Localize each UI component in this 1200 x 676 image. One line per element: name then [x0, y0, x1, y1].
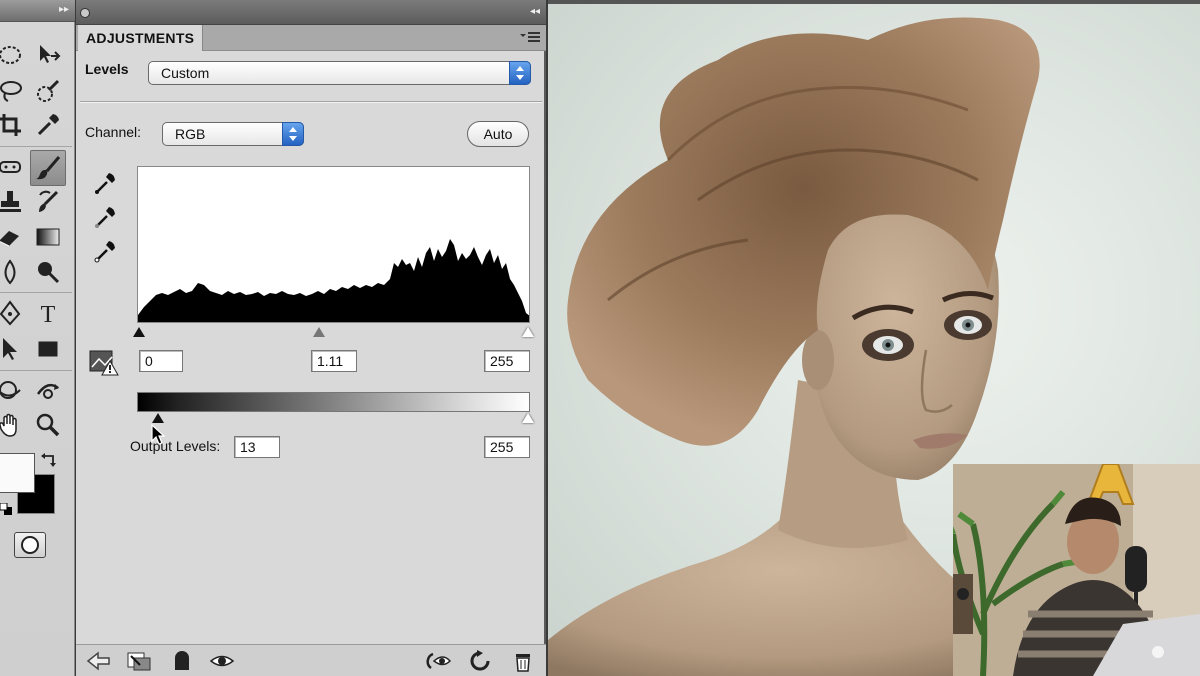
quick-mask-button[interactable] — [14, 532, 46, 558]
tool-separator — [0, 146, 72, 147]
panel-bottom-bar — [76, 644, 546, 676]
output-levels-label: Output Levels: — [130, 438, 221, 454]
zoom-tool-icon[interactable] — [33, 410, 63, 440]
reset-icon[interactable] — [467, 650, 493, 672]
panel-tab-strip: ADJUSTMENTS — [76, 25, 546, 51]
presenter-webcam-overlay — [953, 464, 1200, 676]
foreground-color-swatch[interactable] — [0, 453, 35, 493]
eyedropper-tool-icon[interactable] — [33, 110, 63, 140]
output-white-slider[interactable] — [522, 413, 534, 423]
output-white-field[interactable]: 255 — [484, 436, 530, 458]
tool-separator — [0, 292, 72, 293]
input-gamma-field[interactable]: 1.11 — [311, 350, 357, 372]
output-black-slider[interactable] — [152, 413, 164, 423]
gradient-tool-icon[interactable] — [33, 222, 63, 252]
blur-tool-icon[interactable] — [0, 257, 25, 287]
preset-stepper-icon[interactable] — [509, 61, 531, 85]
tools-panel-header[interactable]: ▸▸ — [0, 0, 75, 22]
path-selection-tool-icon[interactable] — [0, 334, 25, 364]
marquee-tool-icon[interactable] — [0, 40, 25, 70]
channel-stepper-icon[interactable] — [282, 122, 304, 146]
clip-to-layer-icon[interactable] — [126, 650, 152, 672]
adjustment-type-label: Levels — [85, 61, 129, 77]
tool-separator — [0, 370, 72, 371]
collapse-panel-icon[interactable]: ◂◂ — [530, 6, 540, 17]
view-previous-icon[interactable] — [426, 650, 452, 672]
black-point-eyedropper-icon[interactable] — [92, 170, 118, 196]
quick-mask-icon — [21, 536, 39, 554]
history-brush-tool-icon[interactable] — [33, 187, 63, 217]
adjustments-panel: ◂◂ ADJUSTMENTS Levels Custom Channel: RG… — [76, 0, 546, 676]
swap-colors-icon[interactable] — [40, 452, 58, 468]
delete-icon[interactable] — [510, 650, 536, 672]
levels-histogram — [137, 166, 530, 323]
svg-text:T: T — [41, 302, 56, 326]
3d-orbit-tool-icon[interactable] — [33, 376, 63, 406]
input-gamma-slider[interactable] — [313, 327, 325, 337]
canvas-top-border — [548, 0, 1200, 4]
input-white-slider[interactable] — [522, 327, 534, 337]
quick-selection-tool-icon[interactable] — [33, 76, 63, 106]
preset-select-value: Custom — [161, 65, 210, 81]
type-tool-icon[interactable]: T — [33, 298, 63, 328]
expand-icon[interactable]: ▸▸ — [59, 4, 69, 15]
input-black-slider[interactable] — [133, 327, 145, 337]
tab-adjustments[interactable]: ADJUSTMENTS — [78, 25, 204, 51]
gray-point-eyedropper-icon[interactable] — [92, 204, 118, 230]
output-gradient-bar — [137, 392, 530, 412]
input-black-field[interactable]: 0 — [139, 350, 183, 372]
back-arrow-icon[interactable] — [86, 650, 112, 672]
close-panel-icon[interactable] — [80, 8, 90, 18]
output-black-field[interactable]: 13 — [234, 436, 280, 458]
panel-title-bar[interactable]: ◂◂ — [76, 0, 546, 25]
input-white-field[interactable]: 255 — [484, 350, 530, 372]
white-point-eyedropper-icon[interactable] — [92, 238, 118, 264]
channel-select-value: RGB — [175, 126, 206, 142]
brush-tool-icon[interactable] — [30, 150, 66, 186]
dodge-tool-icon[interactable] — [33, 257, 63, 287]
divider — [80, 101, 542, 102]
channel-select[interactable]: RGB — [162, 122, 304, 146]
clone-stamp-tool-icon[interactable] — [0, 187, 25, 217]
mouse-cursor-icon — [151, 424, 166, 445]
view-eye-icon[interactable] — [209, 650, 235, 672]
presenter-video — [953, 464, 1200, 676]
tools-panel: ▸▸ T — [0, 0, 75, 676]
channel-label: Channel: — [85, 124, 142, 140]
rectangle-tool-icon[interactable] — [33, 334, 63, 364]
healing-brush-tool-icon[interactable] — [0, 152, 25, 182]
crop-tool-icon[interactable] — [0, 110, 25, 140]
preset-select[interactable]: Custom — [148, 61, 531, 85]
default-colors-icon[interactable] — [0, 503, 12, 515]
lasso-tool-icon[interactable] — [0, 76, 25, 106]
move-tool-icon[interactable] — [33, 40, 63, 70]
3d-rotate-tool-icon[interactable] — [0, 376, 25, 406]
hand-tool-icon[interactable] — [0, 410, 25, 440]
eraser-tool-icon[interactable] — [0, 222, 25, 252]
panel-menu-icon[interactable] — [520, 30, 540, 44]
toggle-visibility-icon[interactable] — [169, 650, 195, 672]
pen-tool-icon[interactable] — [0, 298, 25, 328]
auto-button[interactable]: Auto — [467, 121, 529, 147]
clipping-warning-icon[interactable] — [88, 347, 120, 377]
histogram-graph — [138, 239, 529, 322]
